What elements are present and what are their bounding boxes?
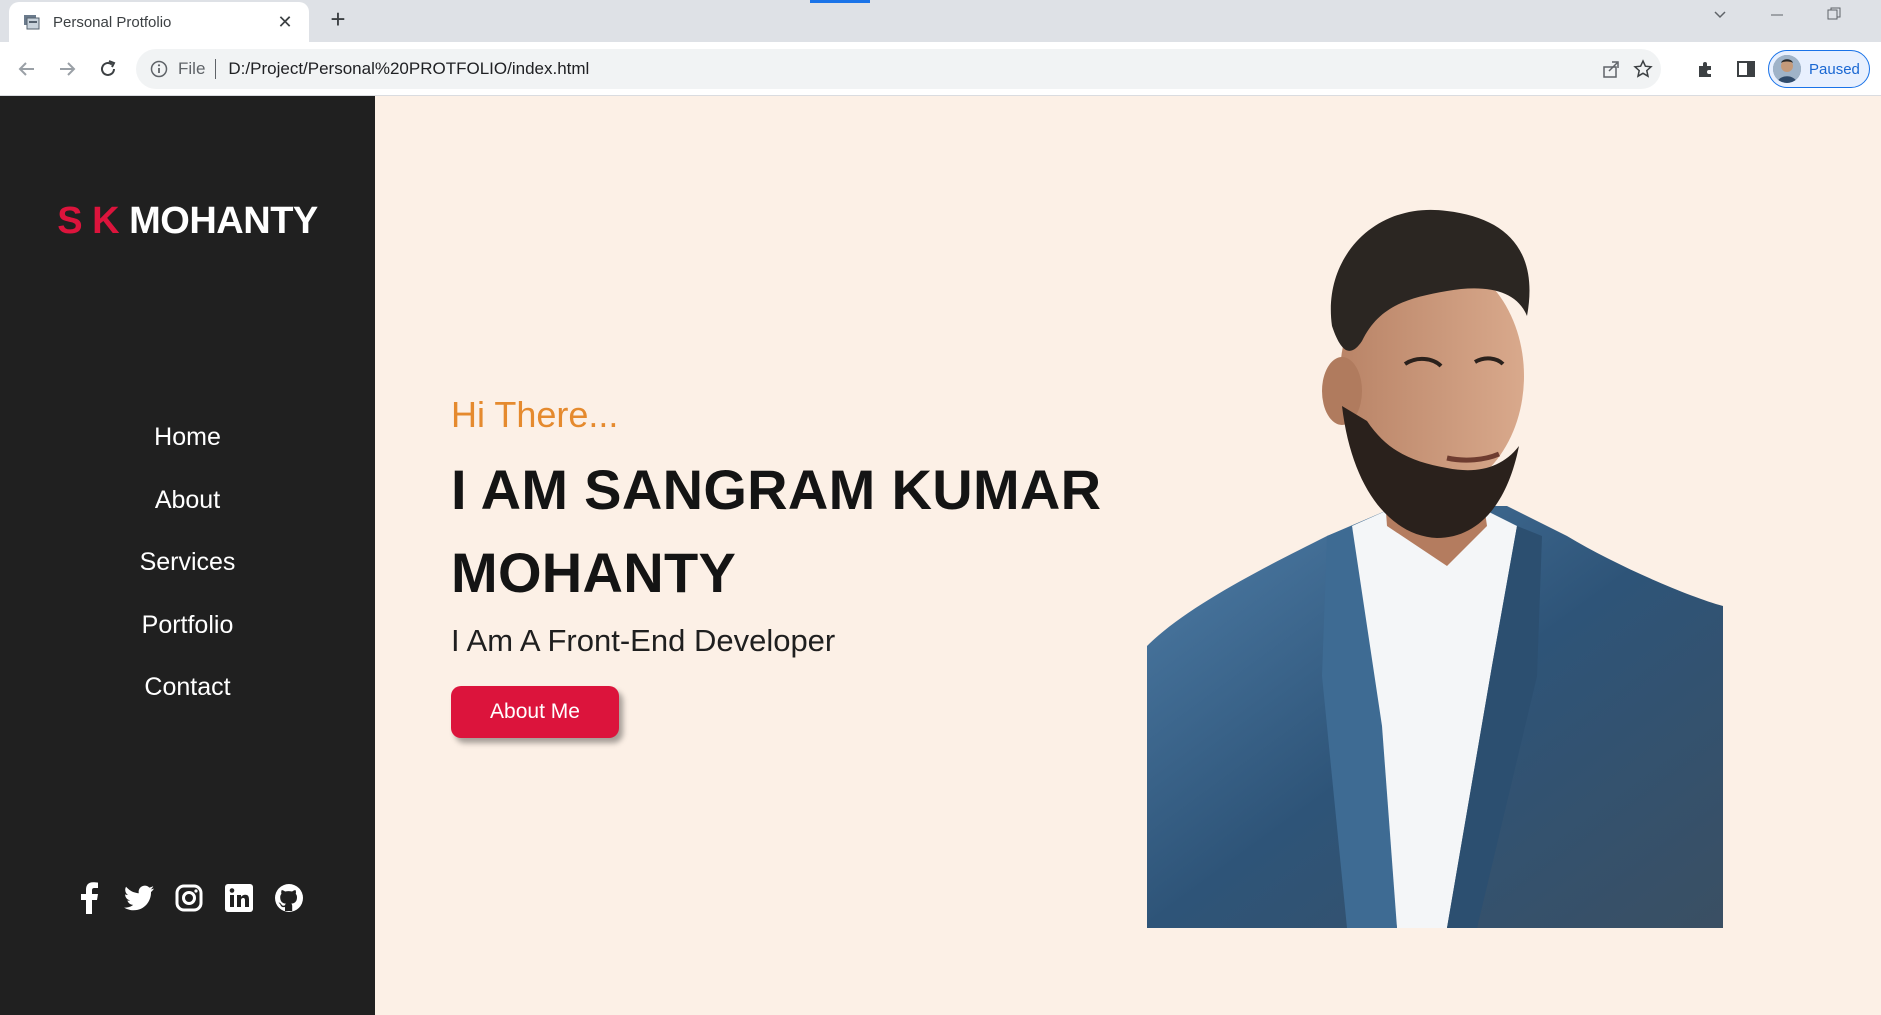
- address-bar[interactable]: File D:/Project/Personal%20PROTFOLIO/ind…: [136, 49, 1661, 89]
- minimize-icon[interactable]: [1757, 6, 1797, 34]
- url-text[interactable]: D:/Project/Personal%20PROTFOLIO/index.ht…: [228, 59, 589, 79]
- tab-title: Personal Protfolio: [53, 13, 172, 31]
- extensions-icon[interactable]: [1692, 55, 1720, 83]
- url-scheme: File: [178, 59, 206, 78]
- hero-section: Hi There... I AM SANGRAM KUMAR MOHANTY I…: [375, 96, 1881, 1015]
- tab-search-icon[interactable]: [1700, 6, 1740, 34]
- about-me-button[interactable]: About Me: [451, 686, 619, 738]
- profile-avatar: [1773, 55, 1801, 83]
- profile-button[interactable]: Paused: [1768, 50, 1870, 88]
- sidebar-nav: Home About Services Portfolio Contact: [0, 421, 375, 734]
- nav-item-portfolio[interactable]: Portfolio: [0, 609, 375, 672]
- browser-tab[interactable]: Personal Protfolio ✕: [9, 2, 309, 42]
- new-tab-button[interactable]: +: [324, 6, 352, 34]
- url-separator: [215, 59, 217, 79]
- github-icon[interactable]: [274, 883, 304, 913]
- instagram-icon[interactable]: [174, 883, 204, 913]
- nav-item-services[interactable]: Services: [0, 546, 375, 609]
- back-icon[interactable]: [12, 54, 42, 84]
- social-links: [74, 882, 304, 914]
- share-icon[interactable]: [1594, 49, 1628, 89]
- hero-subtitle: I Am A Front-End Developer: [451, 623, 836, 658]
- logo-surname: MOHANTY: [129, 200, 318, 242]
- tab-close-icon[interactable]: ✕: [275, 12, 295, 33]
- site-logo[interactable]: S K MOHANTY: [0, 200, 375, 243]
- twitter-icon[interactable]: [124, 883, 154, 913]
- browser-toolbar: File D:/Project/Personal%20PROTFOLIO/ind…: [0, 42, 1881, 96]
- hero-headline: I AM SANGRAM KUMAR MOHANTY: [451, 458, 1102, 604]
- linkedin-icon[interactable]: [224, 883, 254, 913]
- restore-icon[interactable]: [1814, 6, 1854, 34]
- reload-icon[interactable]: [93, 54, 123, 84]
- profile-status-label: Paused: [1809, 60, 1860, 78]
- logo-initials: S K: [57, 200, 120, 242]
- nav-item-home[interactable]: Home: [0, 421, 375, 484]
- tab-strip-indicator: [810, 0, 870, 3]
- forward-icon[interactable]: [52, 54, 82, 84]
- hero-greeting: Hi There...: [451, 394, 619, 435]
- tab-strip: Personal Protfolio ✕ +: [0, 0, 1881, 42]
- sidebar: S K MOHANTY Home About Services Portfoli…: [0, 96, 375, 1015]
- bookmark-star-icon[interactable]: [1626, 49, 1660, 89]
- page-favicon-icon: [24, 15, 40, 30]
- facebook-icon[interactable]: [74, 882, 104, 914]
- nav-item-contact[interactable]: Contact: [0, 671, 375, 734]
- profile-portrait: [1147, 209, 1723, 928]
- nav-item-about[interactable]: About: [0, 484, 375, 547]
- side-panel-icon[interactable]: [1732, 55, 1760, 83]
- site-info-icon[interactable]: [150, 60, 168, 78]
